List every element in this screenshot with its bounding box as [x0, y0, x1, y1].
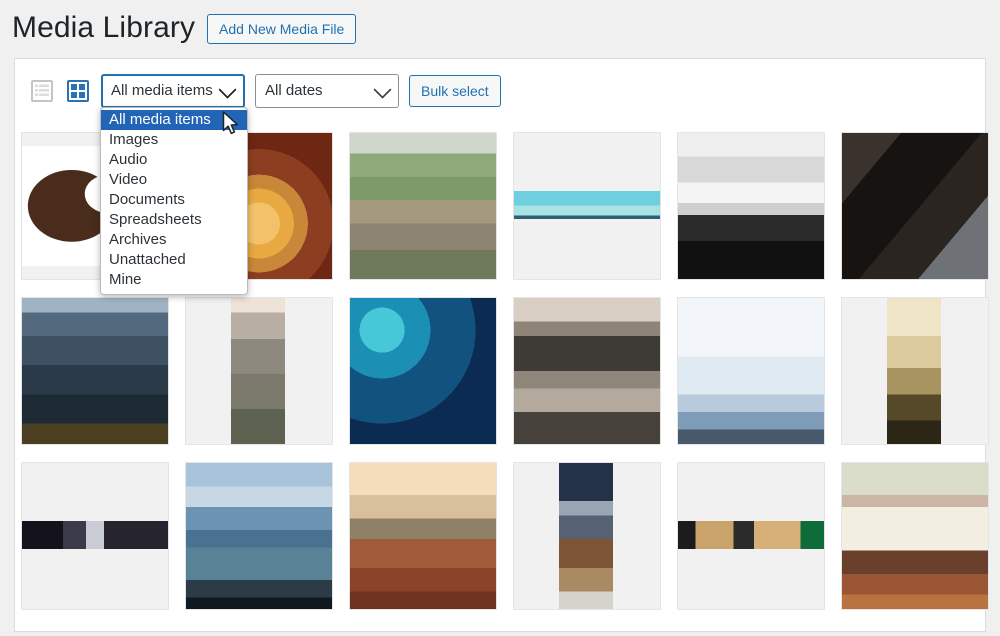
thumbnail-image-city-street-tall-strip	[559, 463, 614, 609]
media-thumbnail[interactable]	[841, 462, 989, 610]
thumbnail-image-red-desert-canyon	[350, 463, 496, 609]
chevron-down-icon	[373, 80, 392, 99]
media-type-select-value: All media items	[111, 82, 213, 99]
media-thumbnail[interactable]	[21, 297, 169, 445]
media-thumbnail[interactable]	[349, 132, 497, 280]
media-thumbnail[interactable]	[677, 297, 825, 445]
date-filter-select-value: All dates	[265, 82, 323, 99]
page-header: Media Library Add New Media File	[12, 6, 357, 48]
dropdown-option-all-media-items[interactable]: All media items	[101, 110, 247, 130]
thumbnail-image-turquoise-sea-horizon	[514, 191, 660, 220]
media-thumbnail[interactable]	[513, 462, 661, 610]
dropdown-option-images[interactable]: Images	[101, 130, 247, 150]
date-filter-select[interactable]: All dates	[255, 73, 399, 108]
thumbnail-image-golden-haze-hills	[887, 298, 942, 444]
thumbnail-image-black-white-cloud-valley	[678, 133, 824, 279]
dropdown-option-archives[interactable]: Archives	[101, 230, 247, 250]
add-new-media-file-button[interactable]: Add New Media File	[207, 14, 357, 44]
media-thumbnail[interactable]	[677, 132, 825, 280]
thumbnail-image-man-facing-mountain-lake	[186, 463, 332, 609]
chevron-down-icon	[218, 80, 237, 99]
media-thumbnail[interactable]	[841, 297, 989, 445]
dropdown-option-spreadsheets[interactable]: Spreadsheets	[101, 210, 247, 230]
dropdown-option-audio[interactable]: Audio	[101, 150, 247, 170]
media-thumbnail[interactable]	[841, 132, 989, 280]
thumbnail-image-mountain-lake-cliff	[22, 298, 168, 444]
media-library-page: Media Library Add New Media File All med…	[0, 0, 1000, 636]
thumbnail-image-dark-smoke-wide-strip	[22, 521, 168, 550]
list-view-icon[interactable]	[29, 78, 55, 104]
media-thumbnail[interactable]	[185, 462, 333, 610]
grid-view-icon[interactable]	[65, 78, 91, 104]
thumbnail-image-dark-industrial-machinery	[842, 133, 988, 279]
thumbnail-image-forest-dirt-path	[350, 133, 496, 279]
thumbnail-image-pale-sky-over-sea	[678, 298, 824, 444]
media-thumbnail[interactable]	[677, 462, 825, 610]
thumbnail-image-deep-blue-ocean-aerial	[350, 298, 496, 444]
dropdown-option-documents[interactable]: Documents	[101, 190, 247, 210]
media-thumbnail[interactable]	[513, 132, 661, 280]
thumbnail-image-rocky-peak-tall-strip	[231, 298, 286, 444]
thumbnail-image-workbench-wide-strip	[678, 521, 824, 550]
thumbnail-image-open-book-on-table	[842, 463, 988, 609]
media-thumbnail[interactable]	[21, 462, 169, 610]
dropdown-option-mine[interactable]: Mine	[101, 270, 247, 290]
bulk-select-button[interactable]: Bulk select	[409, 74, 501, 107]
media-type-dropdown-menu: All media items Images Audio Video Documents…	[100, 107, 248, 295]
dropdown-option-unattached[interactable]: Unattached	[101, 250, 247, 270]
media-thumbnail[interactable]	[513, 297, 661, 445]
media-thumbnail[interactable]	[349, 297, 497, 445]
media-type-select[interactable]: All media items	[101, 73, 245, 108]
page-title: Media Library	[12, 10, 196, 44]
media-thumbnail[interactable]	[185, 297, 333, 445]
thumbnail-image-pine-forest-lake-reflection	[514, 298, 660, 444]
dropdown-option-video[interactable]: Video	[101, 170, 247, 190]
media-thumbnail[interactable]	[349, 462, 497, 610]
